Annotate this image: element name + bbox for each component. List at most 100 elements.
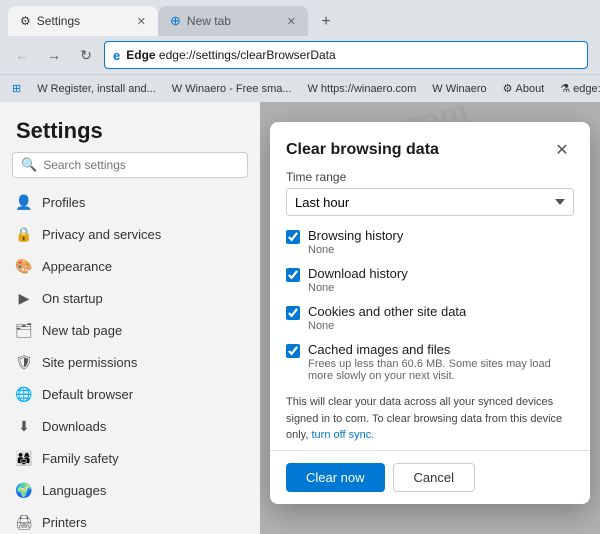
gear-bookmark-icon: ⚙	[503, 82, 513, 95]
default-browser-icon: 🌐	[16, 386, 32, 402]
sidebar-item-startup[interactable]: ▶ On startup	[0, 282, 260, 314]
modal-header: Clear browsing data ✕	[270, 122, 590, 170]
modal-body: Time range Last hour Last 24 hours Last …	[270, 170, 590, 444]
sidebar-item-label-languages: Languages	[42, 483, 106, 498]
bookmark-register[interactable]: W Register, install and...	[33, 81, 160, 97]
cached-images-label: Cached images and files	[308, 342, 574, 357]
bookmark-winaero-2[interactable]: W Winaero	[428, 81, 490, 97]
newtab-icon: 🗂	[16, 322, 32, 338]
cancel-button[interactable]: Cancel	[393, 463, 475, 492]
clear-browsing-data-modal: Clear browsing data ✕ Time range Last ho…	[270, 122, 590, 504]
language-icon: 🌍	[16, 482, 32, 498]
search-icon: 🔍	[21, 157, 37, 173]
modal-close-button[interactable]: ✕	[550, 138, 574, 162]
bookmark-flags[interactable]: ⚗ edge://flags	[556, 80, 600, 97]
startup-icon: ▶	[16, 290, 32, 306]
main-content: Settings 🔍 👤 Profiles 🔒 Privacy and serv…	[0, 102, 600, 534]
sidebar-item-permissions[interactable]: 🛡 Site permissions	[0, 346, 260, 378]
cached-images-checkbox[interactable]	[286, 344, 300, 358]
sidebar-item-label-startup: On startup	[42, 291, 103, 306]
cached-images-sub: Frees up less than 60.6 MB. Some sites m…	[308, 358, 574, 382]
search-box[interactable]: 🔍	[12, 152, 248, 178]
bookmark-icon-2: W	[172, 83, 182, 95]
forward-button[interactable]: →	[40, 41, 68, 69]
download-history-label: Download history	[308, 266, 408, 281]
sidebar-item-label-printers: Printers	[42, 515, 87, 530]
sidebar-item-label-appearance: Appearance	[42, 259, 112, 274]
shield-icon: 🛡	[16, 354, 32, 370]
sidebar-item-label-newtab: New tab page	[42, 323, 122, 338]
checkbox-cookies: Cookies and other site data None	[286, 304, 574, 332]
bookmark-winaero[interactable]: W Winaero - Free sma...	[168, 81, 296, 97]
bookmark-label-4: Winaero	[446, 83, 487, 95]
checkbox-group: Browsing history None Download history N…	[286, 228, 574, 382]
address-bar[interactable]: e Edge edge://settings/clearBrowserData	[104, 41, 588, 69]
download-history-checkbox[interactable]	[286, 268, 300, 282]
lock-icon: 🔒	[16, 226, 32, 242]
sidebar-item-default-browser[interactable]: 🌐 Default browser	[0, 378, 260, 410]
turn-off-sync-link[interactable]: turn off sync.	[311, 429, 374, 441]
person-icon: 👤	[16, 194, 32, 210]
bookmarks-bar: ⊞ W Register, install and... W Winaero -…	[0, 74, 600, 102]
clear-now-button[interactable]: Clear now	[286, 463, 385, 492]
edge-logo-icon: e	[113, 48, 120, 63]
settings-sidebar: Settings 🔍 👤 Profiles 🔒 Privacy and serv…	[0, 102, 260, 534]
sidebar-item-label-downloads: Downloads	[42, 419, 106, 434]
time-range-select[interactable]: Last hour Last 24 hours Last 7 days Last…	[286, 188, 574, 216]
modal-footer: Clear now Cancel	[270, 451, 590, 504]
time-range-label: Time range	[286, 170, 574, 184]
bookmark-winaero-url[interactable]: W https://winaero.com	[304, 81, 421, 97]
checkbox-cached-images: Cached images and files Frees up less th…	[286, 342, 574, 382]
sync-notice: This will clear your data across all you…	[286, 394, 574, 444]
family-icon: 👨‍👩‍👧	[16, 450, 32, 466]
sidebar-item-label-privacy: Privacy and services	[42, 227, 161, 242]
bookmark-label-6: edge://flags	[573, 83, 600, 95]
sidebar-item-family[interactable]: 👨‍👩‍👧 Family safety	[0, 442, 260, 474]
bookmark-label-2: Winaero - Free sma...	[185, 83, 291, 95]
sidebar-item-label-family: Family safety	[42, 451, 119, 466]
sidebar-item-downloads[interactable]: ⬇ Downloads	[0, 410, 260, 442]
browsing-history-checkbox[interactable]	[286, 230, 300, 244]
browsing-history-sub: None	[308, 244, 403, 256]
bookmark-icon-1: W	[37, 83, 47, 95]
sidebar-item-label-permissions: Site permissions	[42, 355, 137, 370]
bookmark-icon-3: W	[308, 83, 318, 95]
new-tab-button[interactable]: +	[312, 8, 340, 36]
address-url-part: edge://settings/clearBrowserData	[159, 48, 336, 62]
sidebar-item-languages[interactable]: 🌍 Languages	[0, 474, 260, 506]
back-button[interactable]: ←	[8, 41, 36, 69]
sidebar-item-profiles[interactable]: 👤 Profiles	[0, 186, 260, 218]
tab-newtab[interactable]: ⊕ New tab ✕	[158, 6, 308, 36]
checkbox-browsing-history: Browsing history None	[286, 228, 574, 256]
cookies-checkbox[interactable]	[286, 306, 300, 320]
refresh-button[interactable]: ↻	[72, 41, 100, 69]
sidebar-item-newtab[interactable]: 🗂 New tab page	[0, 314, 260, 346]
browser-chrome: ⚙ Settings ✕ ⊕ New tab ✕ + ← → ↻ e Edge …	[0, 0, 600, 102]
settings-nav: 👤 Profiles 🔒 Privacy and services 🎨 Appe…	[0, 186, 260, 534]
sidebar-item-appearance[interactable]: 🎨 Appearance	[0, 250, 260, 282]
settings-tab-icon: ⚙	[20, 14, 31, 28]
address-text: Edge edge://settings/clearBrowserData	[126, 48, 579, 62]
newtab-tab-label: New tab	[187, 14, 231, 28]
cookies-label: Cookies and other site data	[308, 304, 466, 319]
cookies-sub: None	[308, 320, 466, 332]
flask-icon: ⚗	[560, 82, 570, 95]
settings-tab-close[interactable]: ✕	[137, 15, 146, 28]
modal-overlay: Clear browsing data ✕ Time range Last ho…	[260, 102, 600, 534]
settings-tab-label: Settings	[37, 14, 80, 28]
settings-title: Settings	[0, 102, 260, 152]
page-content: winaero.com e Hi Sergey, we value your p…	[260, 102, 600, 534]
newtab-tab-close[interactable]: ✕	[287, 15, 296, 28]
bookmark-label-3: https://winaero.com	[321, 83, 416, 95]
bookmark-ms-logo[interactable]: ⊞	[8, 80, 25, 97]
sidebar-item-privacy[interactable]: 🔒 Privacy and services	[0, 218, 260, 250]
tab-bar: ⚙ Settings ✕ ⊕ New tab ✕ +	[0, 0, 600, 36]
search-input[interactable]	[43, 158, 239, 172]
bookmark-label-1: Register, install and...	[51, 83, 156, 95]
tab-settings[interactable]: ⚙ Settings ✕	[8, 6, 158, 36]
nav-bar: ← → ↻ e Edge edge://settings/clearBrowse…	[0, 36, 600, 74]
bookmark-about[interactable]: ⚙ About	[499, 80, 549, 97]
checkbox-download-history: Download history None	[286, 266, 574, 294]
sidebar-item-label-profiles: Profiles	[42, 195, 85, 210]
sidebar-item-printers[interactable]: 🖨 Printers	[0, 506, 260, 534]
